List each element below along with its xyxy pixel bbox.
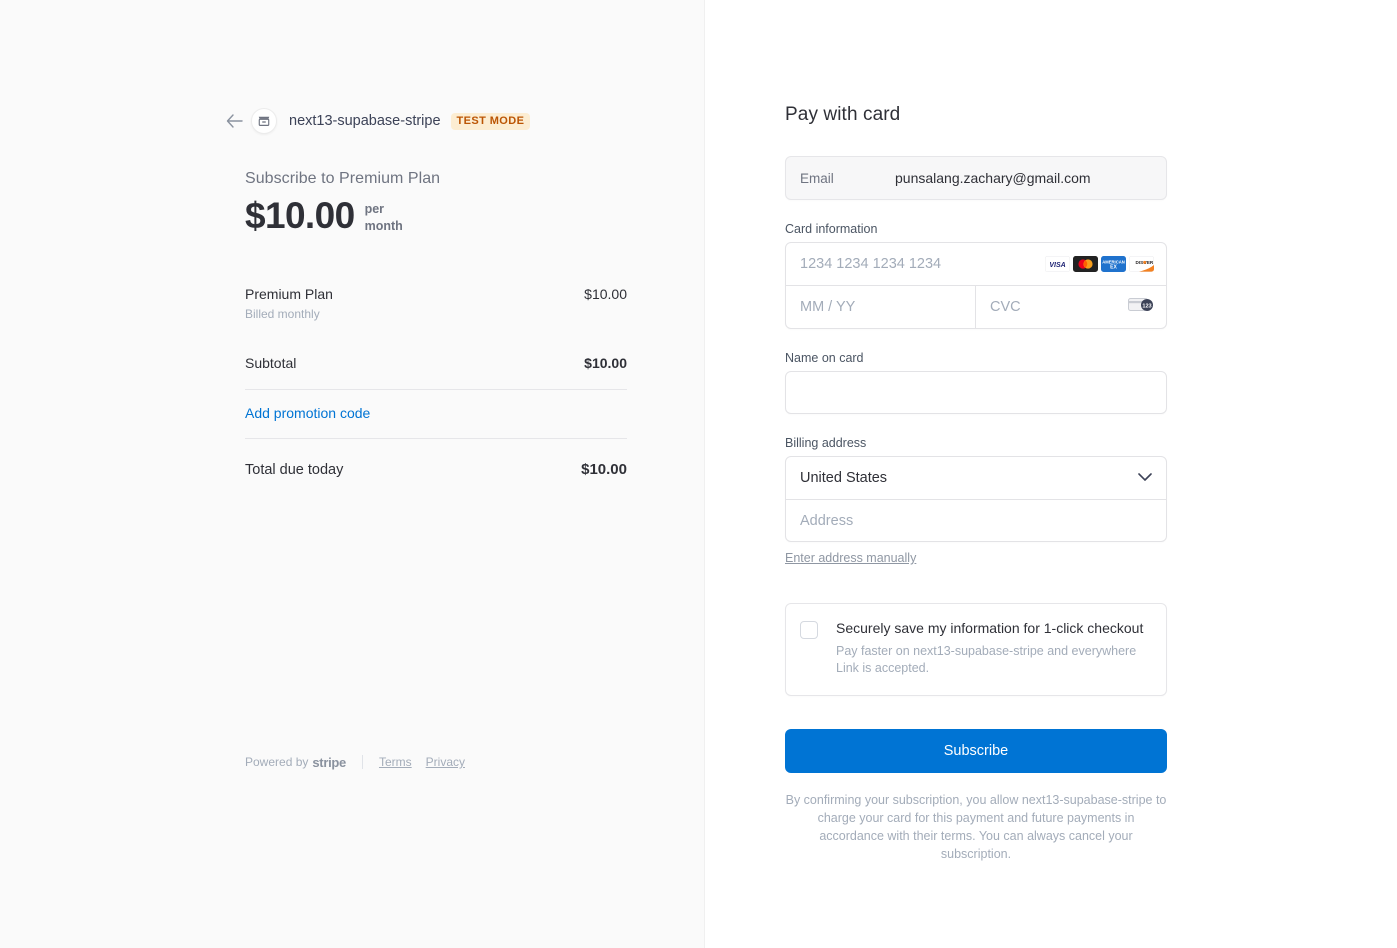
page-title: Subscribe to Premium Plan	[245, 170, 441, 187]
billing-address-group: Billing address United States Address En…	[785, 436, 1167, 567]
svg-text:123: 123	[1142, 303, 1151, 309]
name-on-card-label: Name on card	[785, 351, 864, 365]
promo-row: Add promotion code	[245, 390, 627, 438]
subtotal-price: $10.00	[584, 354, 627, 371]
svg-text:VISA: VISA	[1049, 262, 1065, 269]
address-input[interactable]: Address	[786, 499, 1166, 541]
chevron-down-icon	[1138, 470, 1152, 486]
privacy-link[interactable]: Privacy	[426, 755, 465, 769]
price-amount: $10.00	[245, 195, 355, 236]
test-mode-badge: TEST MODE	[450, 112, 531, 130]
card-number-input[interactable]: 1234 1234 1234 1234 VISA AMERICAN EX DIS…	[786, 243, 1166, 285]
line-item-price: $10.00	[584, 285, 627, 302]
price-interval: per month	[364, 202, 403, 233]
svg-text:EX: EX	[1110, 264, 1117, 270]
mastercard-icon	[1073, 256, 1098, 272]
powered-by-stripe[interactable]: Powered by stripe	[245, 755, 346, 770]
total-label: Total due today	[245, 461, 344, 478]
merchant-name: next13-supabase-stripe	[289, 113, 441, 129]
divider	[245, 437, 627, 439]
back-arrow-icon[interactable]	[223, 110, 245, 132]
visa-icon: VISA	[1045, 256, 1070, 272]
line-item: Premium Plan $10.00 Billed monthly	[245, 286, 627, 321]
save-information-subtitle: Pay faster on next13-supabase-stripe and…	[836, 643, 1137, 676]
discover-icon: DISC VER	[1129, 256, 1154, 272]
merchant-header: next13-supabase-stripe TEST MODE	[226, 108, 627, 134]
card-expiry-input[interactable]: MM / YY	[786, 286, 976, 328]
cvc-placeholder: CVC	[990, 299, 1021, 315]
subtotal-label: Subtotal	[245, 354, 297, 371]
amex-icon: AMERICAN EX	[1101, 256, 1126, 272]
terms-link[interactable]: Terms	[379, 755, 412, 769]
card-information-label: Card information	[785, 222, 878, 236]
powered-by-label: Powered by	[245, 755, 309, 769]
summary-list: Premium Plan $10.00 Billed monthly Subto…	[245, 286, 627, 478]
name-on-card-group: Name on card	[785, 351, 1167, 414]
email-value: punsalang.zachary@gmail.com	[895, 170, 1091, 186]
card-information-group: Card information 1234 1234 1234 1234 VIS…	[785, 222, 1167, 329]
payment-title: Pay with card	[785, 104, 901, 125]
terms-disclaimer: By confirming your subscription, you all…	[785, 793, 1167, 862]
line-item-sub: Billed monthly	[245, 306, 320, 321]
save-information-checkbox[interactable]	[800, 621, 818, 639]
card-number-placeholder: 1234 1234 1234 1234	[800, 256, 942, 272]
subscribe-button[interactable]: Subscribe	[785, 729, 1167, 773]
line-item-name: Premium Plan	[245, 285, 333, 302]
subtotal-row: Subtotal $10.00	[245, 355, 627, 371]
add-promotion-code-link[interactable]: Add promotion code	[245, 405, 370, 421]
footer-separator	[361, 755, 363, 769]
address-placeholder: Address	[800, 512, 854, 529]
stripe-checkout-page: next13-supabase-stripe TEST MODE Subscri…	[0, 0, 1397, 948]
footer: Powered by stripe Terms Privacy	[245, 752, 479, 772]
card-brand-icons: VISA AMERICAN EX DISC VER	[1045, 256, 1154, 272]
total-row: Total due today $10.00	[245, 461, 627, 478]
email-field[interactable]: Email punsalang.zachary@gmail.com	[785, 156, 1167, 200]
email-label: Email	[800, 170, 834, 186]
enter-address-manually-link[interactable]: Enter address manually	[785, 551, 916, 565]
payment-form-panel: Pay with card Email punsalang.zachary@gm…	[705, 0, 1397, 948]
save-information-card: Securely save my information for 1-click…	[785, 603, 1167, 696]
expiry-placeholder: MM / YY	[800, 299, 856, 315]
country-value: United States	[800, 470, 888, 486]
order-summary-panel: next13-supabase-stripe TEST MODE Subscri…	[0, 0, 705, 948]
price-display: $10.00 per month	[245, 197, 627, 235]
storefront-icon	[251, 108, 277, 134]
country-select[interactable]: United States	[786, 457, 1166, 499]
billing-address-label: Billing address	[785, 436, 867, 450]
total-price: $10.00	[581, 460, 627, 478]
cvc-card-icon: 123	[1128, 296, 1154, 318]
stripe-wordmark: stripe	[312, 754, 346, 770]
name-on-card-input[interactable]	[785, 371, 1167, 414]
card-cvc-input[interactable]: CVC 123	[976, 286, 1166, 328]
save-information-title: Securely save my information for 1-click…	[836, 620, 1144, 636]
